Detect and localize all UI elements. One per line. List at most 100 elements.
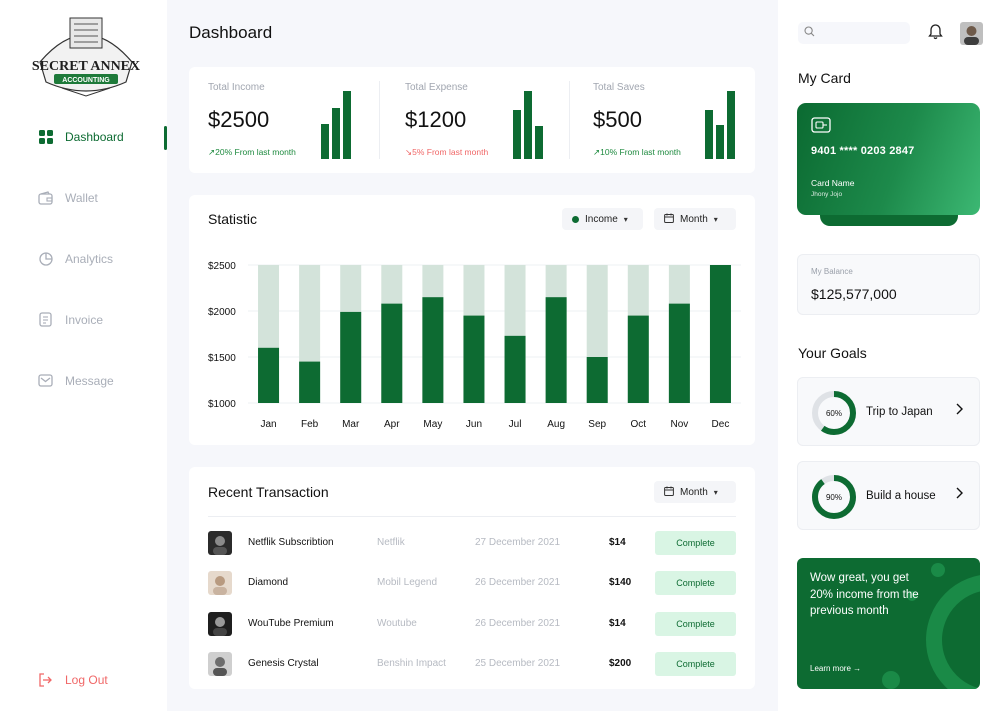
mini-bar (727, 91, 735, 159)
table-row[interactable]: Netflik Subscribtion Netflik 27 December… (208, 530, 736, 555)
sidebar: SECRET ANNEX ACCOUNTING Dashboard Wallet… (0, 0, 167, 711)
table-row[interactable]: Genesis Crystal Benshin Impact 25 Decemb… (208, 651, 736, 676)
x-tick-label: Apr (384, 419, 400, 430)
promo-banner: Wow great, you get 20% income from the p… (797, 558, 980, 689)
x-tick-label: Jan (260, 419, 276, 430)
mini-bar (321, 124, 329, 159)
summary-divider (379, 81, 380, 159)
transactions-divider (208, 516, 736, 517)
status-badge: Complete (655, 530, 736, 555)
bar-value[interactable] (545, 297, 567, 403)
notification-bell-icon[interactable] (928, 23, 943, 45)
summary-card: Total Income $2500 ↗20% From last month … (189, 67, 755, 173)
recent-transactions-card: Recent Transaction Month ▾ Netflik Subsc… (189, 467, 755, 689)
bar-value[interactable] (299, 361, 321, 403)
x-tick-label: Dec (712, 419, 730, 430)
goals-title: Your Goals (798, 345, 867, 361)
card-chip-icon (811, 117, 831, 138)
chevron-right-icon[interactable] (956, 403, 963, 418)
grid-icon (38, 129, 53, 144)
sidebar-item-analytics[interactable]: Analytics (38, 251, 113, 266)
balance-value: $125,577,000 (811, 286, 897, 302)
goal-label: Trip to Japan (866, 406, 933, 418)
summary-divider (569, 81, 570, 159)
invoice-icon (38, 312, 53, 327)
summary-trend: ↗10% From last month (593, 147, 681, 157)
bar-value[interactable] (709, 265, 731, 403)
chevron-down-icon: ▾ (713, 487, 718, 497)
logout-icon (38, 672, 53, 687)
search-box[interactable] (798, 22, 910, 44)
transactions-title: Recent Transaction (208, 484, 329, 500)
transaction-amount: $14 (609, 618, 626, 629)
status-badge: Complete (655, 611, 736, 636)
logout-label: Log Out (65, 672, 108, 687)
sidebar-item-message[interactable]: Message (38, 373, 114, 388)
bar-value[interactable] (504, 335, 526, 403)
sidebar-item-invoice[interactable]: Invoice (38, 312, 103, 327)
card-holder-name: Jhony Jojo (811, 191, 843, 198)
goal-progress-ring: 60% (812, 391, 856, 435)
x-tick-label: Jul (509, 419, 522, 430)
table-row[interactable]: Diamond Mobil Legend 26 December 2021 $1… (208, 570, 736, 595)
mini-bar (332, 108, 340, 159)
sidebar-item-dashboard[interactable]: Dashboard (38, 129, 124, 144)
y-tick-label: $1000 (208, 399, 236, 410)
total-expense-block: Total Expense $1200 ↘5% From last month (405, 67, 575, 173)
total-saves-block: Total Saves $500 ↗10% From last month (593, 67, 753, 173)
summary-label: Total Expense (405, 82, 468, 93)
learn-more-link[interactable]: Learn more → (810, 664, 861, 673)
search-icon (804, 24, 815, 42)
chevron-right-icon[interactable] (956, 487, 963, 502)
bar-value[interactable] (381, 303, 403, 403)
bar-value[interactable] (340, 311, 362, 403)
transaction-date: 25 December 2021 (475, 658, 561, 669)
sidebar-item-label: Wallet (65, 190, 98, 205)
bar-value[interactable] (258, 347, 280, 403)
x-tick-label: Feb (301, 419, 319, 430)
brand-logo[interactable]: SECRET ANNEX ACCOUNTING (32, 12, 140, 98)
bar-value[interactable] (627, 315, 649, 403)
transaction-date: 27 December 2021 (475, 537, 561, 548)
balance-label: My Balance (811, 267, 853, 276)
credit-card[interactable]: 9401 **** 0203 2847 Card Name Jhony Jojo (797, 103, 980, 215)
x-tick-label: Aug (547, 419, 565, 430)
logout-button[interactable]: Log Out (38, 672, 108, 687)
transactions-period-dropdown[interactable]: Month ▾ (654, 481, 736, 503)
card-name-label: Card Name (811, 178, 855, 188)
sidebar-item-label: Invoice (65, 312, 104, 327)
x-tick-label: Sep (588, 419, 606, 430)
transaction-date: 26 December 2021 (475, 618, 561, 629)
table-row[interactable]: WouTube Premium Woutube 26 December 2021… (208, 611, 736, 636)
pie-chart-icon (38, 251, 53, 266)
goal-item[interactable]: 60% Trip to Japan (797, 377, 980, 446)
mini-bar-chart (705, 91, 735, 159)
brand-line2: ACCOUNTING (62, 77, 110, 84)
user-avatar[interactable] (960, 22, 983, 45)
transaction-amount: $140 (609, 577, 632, 588)
transaction-source: Mobil Legend (377, 577, 438, 588)
bar-value[interactable] (668, 303, 690, 403)
x-tick-label: Jun (466, 419, 482, 430)
total-income-block: Total Income $2500 ↗20% From last month (208, 67, 378, 173)
page-title: Dashboard (189, 23, 273, 42)
transactions-period-label: Month (680, 486, 708, 498)
transaction-avatar (208, 530, 232, 555)
mini-bar (343, 91, 351, 159)
bar-value[interactable] (422, 297, 444, 403)
bar-value[interactable] (586, 357, 608, 403)
transaction-source: Netflik (377, 537, 405, 548)
transaction-name: Netflik Subscribtion (248, 537, 334, 548)
x-tick-label: Oct (631, 419, 647, 430)
search-input[interactable] (819, 27, 909, 39)
sidebar-item-label: Dashboard (65, 129, 124, 144)
y-tick-label: $1500 (208, 353, 236, 364)
sidebar-item-label: Analytics (65, 251, 114, 266)
goal-item[interactable]: 90% Build a house (797, 461, 980, 530)
mail-icon (38, 373, 53, 388)
y-tick-label: $2000 (208, 307, 236, 318)
y-tick-label: $2500 (208, 261, 236, 272)
my-card-title: My Card (798, 70, 851, 86)
bar-value[interactable] (463, 315, 485, 403)
sidebar-item-wallet[interactable]: Wallet (38, 190, 98, 205)
